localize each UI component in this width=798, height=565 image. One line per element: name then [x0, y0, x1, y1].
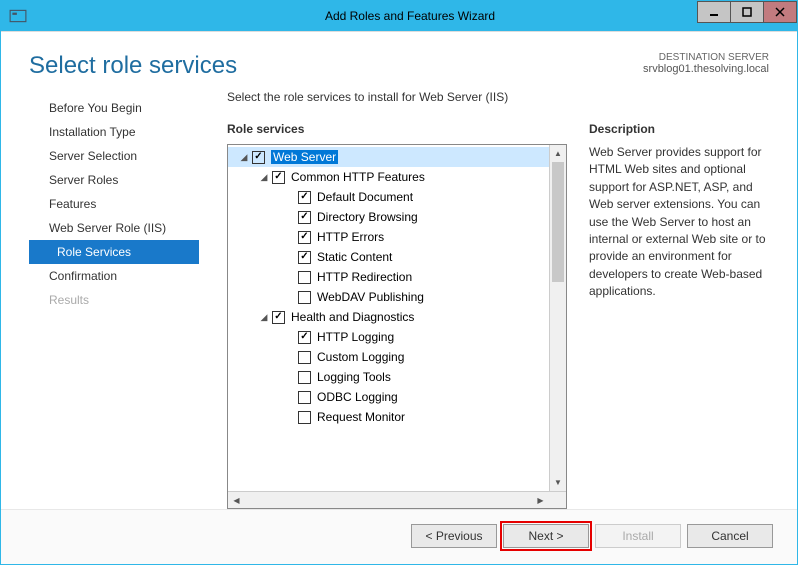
- checkbox[interactable]: [298, 391, 311, 404]
- tree-item-label: HTTP Redirection: [317, 270, 412, 284]
- nav-item-results: Results: [29, 288, 199, 312]
- expander-icon[interactable]: ◢: [258, 312, 270, 323]
- checkbox[interactable]: [298, 331, 311, 344]
- checkbox[interactable]: [298, 191, 311, 204]
- tree-item-http-redirection[interactable]: HTTP Redirection: [228, 267, 566, 287]
- wizard-window: Add Roles and Features Wizard Select rol…: [0, 0, 798, 565]
- checkbox[interactable]: [272, 171, 285, 184]
- checkbox[interactable]: [298, 411, 311, 424]
- description-text: Web Server provides support for HTML Web…: [589, 144, 769, 301]
- scroll-left-icon[interactable]: ◀: [228, 492, 245, 509]
- description-title: Description: [589, 122, 769, 136]
- cancel-button[interactable]: Cancel: [687, 524, 773, 548]
- nav-item-server-selection[interactable]: Server Selection: [29, 144, 199, 168]
- window-title: Add Roles and Features Wizard: [27, 9, 793, 23]
- nav-item-before-you-begin[interactable]: Before You Begin: [29, 96, 199, 120]
- tree-item-label: Web Server: [271, 150, 338, 164]
- destination-server: DESTINATION SERVER srvblog01.thesolving.…: [643, 52, 769, 75]
- nav-item-role-services[interactable]: Role Services: [29, 240, 199, 264]
- tree-body[interactable]: ◢Web Server◢Common HTTP FeaturesDefault …: [228, 145, 566, 491]
- instruction-text: Select the role services to install for …: [227, 90, 769, 104]
- titlebar: Add Roles and Features Wizard: [1, 1, 797, 31]
- tree-item-odbc-logging[interactable]: ODBC Logging: [228, 387, 566, 407]
- previous-button[interactable]: < Previous: [411, 524, 497, 548]
- nav-item-installation-type[interactable]: Installation Type: [29, 120, 199, 144]
- expander-icon[interactable]: ◢: [258, 172, 270, 183]
- tree-item-label: Directory Browsing: [317, 210, 418, 224]
- tree-item-custom-logging[interactable]: Custom Logging: [228, 347, 566, 367]
- tree-item-label: HTTP Logging: [317, 330, 394, 344]
- vertical-scrollbar[interactable]: ▲ ▼: [549, 145, 566, 491]
- app-icon: [9, 7, 27, 25]
- checkbox[interactable]: [252, 151, 265, 164]
- expander-icon[interactable]: ◢: [238, 152, 250, 163]
- tree-item-label: ODBC Logging: [317, 390, 398, 404]
- role-services-title: Role services: [227, 122, 567, 136]
- checkbox[interactable]: [298, 251, 311, 264]
- tree-item-common-http-features[interactable]: ◢ Common HTTP Features: [228, 167, 566, 187]
- nav-item-web-server-role-iis-[interactable]: Web Server Role (IIS): [29, 216, 199, 240]
- tree-item-label: HTTP Errors: [317, 230, 384, 244]
- scroll-right-icon[interactable]: ▶: [532, 492, 549, 509]
- minimize-button[interactable]: [697, 1, 731, 23]
- tree-item-label: Health and Diagnostics: [291, 310, 414, 324]
- tree-item-directory-browsing[interactable]: Directory Browsing: [228, 207, 566, 227]
- role-services-tree: ◢Web Server◢Common HTTP FeaturesDefault …: [227, 144, 567, 509]
- content-area: Select role services DESTINATION SERVER …: [1, 31, 797, 564]
- destination-label: DESTINATION SERVER: [643, 52, 769, 63]
- horizontal-scrollbar[interactable]: ◀ ▶: [228, 491, 566, 508]
- tree-item-request-monitor[interactable]: Request Monitor: [228, 407, 566, 427]
- next-button[interactable]: Next >: [503, 524, 589, 548]
- nav-item-features[interactable]: Features: [29, 192, 199, 216]
- maximize-button[interactable]: [730, 1, 764, 23]
- page-title: Select role services: [29, 52, 237, 80]
- close-button[interactable]: [763, 1, 797, 23]
- tree-item-label: Custom Logging: [317, 350, 404, 364]
- nav-item-confirmation[interactable]: Confirmation: [29, 264, 199, 288]
- scroll-down-icon[interactable]: ▼: [550, 474, 566, 491]
- tree-item-label: Request Monitor: [317, 410, 405, 424]
- tree-item-web-server[interactable]: ◢ Web Server: [228, 147, 566, 167]
- tree-item-label: Logging Tools: [317, 370, 391, 384]
- tree-item-webdav-publishing[interactable]: WebDAV Publishing: [228, 287, 566, 307]
- scroll-up-icon[interactable]: ▲: [550, 145, 566, 162]
- tree-item-http-errors[interactable]: HTTP Errors: [228, 227, 566, 247]
- checkbox[interactable]: [298, 231, 311, 244]
- checkbox[interactable]: [298, 371, 311, 384]
- checkbox[interactable]: [298, 291, 311, 304]
- install-button: Install: [595, 524, 681, 548]
- checkbox[interactable]: [272, 311, 285, 324]
- wizard-nav: Before You BeginInstallation TypeServer …: [29, 90, 199, 509]
- nav-item-server-roles[interactable]: Server Roles: [29, 168, 199, 192]
- tree-item-default-document[interactable]: Default Document: [228, 187, 566, 207]
- checkbox[interactable]: [298, 211, 311, 224]
- destination-value: srvblog01.thesolving.local: [643, 63, 769, 75]
- tree-item-health-and-diagnostics[interactable]: ◢ Health and Diagnostics: [228, 307, 566, 327]
- tree-item-label: Common HTTP Features: [291, 170, 425, 184]
- wizard-footer: < Previous Next > Install Cancel: [1, 509, 797, 564]
- tree-item-label: Default Document: [317, 190, 413, 204]
- scroll-thumb[interactable]: [552, 162, 564, 282]
- tree-item-http-logging[interactable]: HTTP Logging: [228, 327, 566, 347]
- checkbox[interactable]: [298, 351, 311, 364]
- tree-item-label: Static Content: [317, 250, 392, 264]
- tree-item-logging-tools[interactable]: Logging Tools: [228, 367, 566, 387]
- tree-item-static-content[interactable]: Static Content: [228, 247, 566, 267]
- tree-item-label: WebDAV Publishing: [317, 290, 424, 304]
- checkbox[interactable]: [298, 271, 311, 284]
